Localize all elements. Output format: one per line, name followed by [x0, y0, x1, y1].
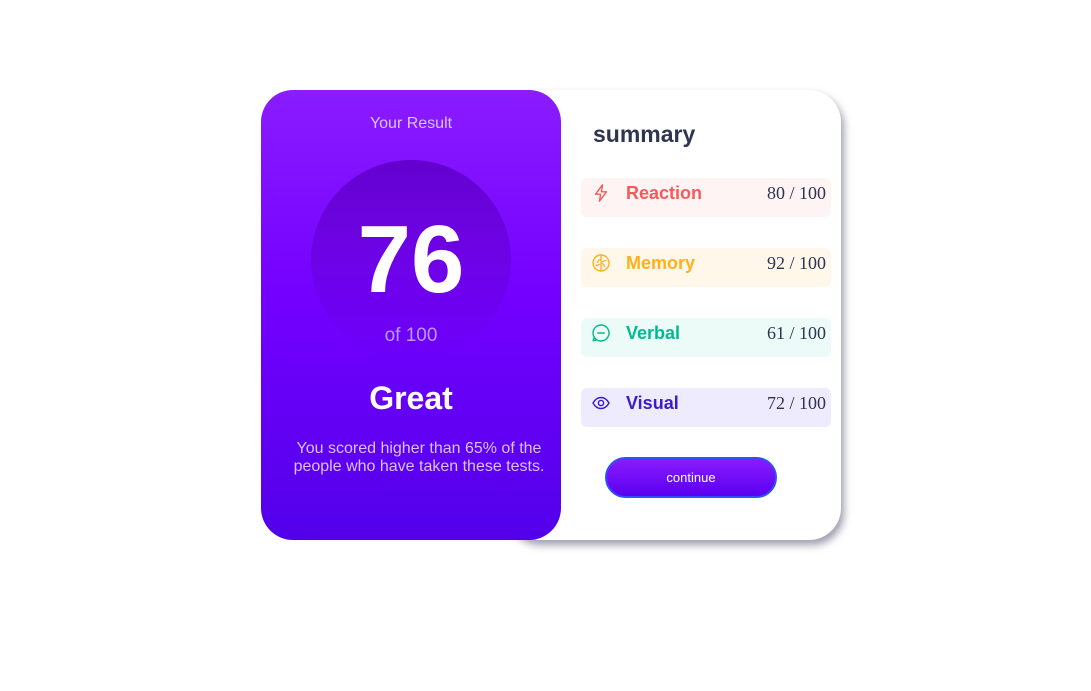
result-rating: Great: [369, 380, 453, 416]
summary-label-memory: Memory: [626, 253, 696, 273]
summary-score-visual: 72 / 100: [767, 393, 826, 414]
score-circle: 76 of 100: [311, 160, 511, 360]
score-max: 100: [799, 323, 826, 343]
score-separator: /: [789, 393, 795, 413]
score-separator: /: [789, 323, 795, 343]
continue-button[interactable]: continue: [605, 457, 777, 498]
summary-label-reaction: Reaction: [626, 183, 703, 203]
eye-icon: [591, 393, 611, 413]
score-value: 61: [766, 323, 785, 343]
summary-title: summary: [593, 121, 696, 147]
score-separator: /: [789, 183, 795, 203]
chat-bubble-icon: [591, 323, 611, 343]
summary-row-reaction: Reaction 80 / 100: [581, 178, 831, 217]
score-max: 100: [799, 393, 826, 413]
score-value: 76: [357, 206, 465, 313]
summary-row-verbal: Verbal 61 / 100: [581, 318, 831, 357]
score-value: 80: [766, 183, 785, 203]
summary-row-visual: Visual 72 / 100: [581, 388, 831, 427]
brain-icon: [591, 253, 611, 273]
result-description: You scored higher than 65% of the people…: [293, 440, 545, 475]
score-value: 92: [766, 253, 785, 273]
summary-score-verbal: 61 / 100: [767, 323, 826, 344]
score-max: 100: [799, 253, 826, 273]
summary-score-reaction: 80 / 100: [767, 183, 826, 204]
summary-label-visual: Visual: [626, 393, 679, 413]
summary-label-verbal: Verbal: [626, 323, 681, 343]
score-separator: /: [789, 253, 795, 273]
lightning-icon: [591, 183, 611, 203]
result-card: Your Result 76 of 100 Great You scored h…: [261, 90, 561, 540]
score-value: 72: [766, 393, 785, 413]
result-heading: Your Result: [369, 115, 453, 132]
results-page: Your Result 76 of 100 Great You scored h…: [0, 0, 1091, 691]
score-max-label: of 100: [384, 325, 438, 346]
summary-score-memory: 92 / 100: [767, 253, 826, 274]
summary-row-memory: Memory 92 / 100: [581, 248, 831, 287]
score-max: 100: [799, 183, 826, 203]
